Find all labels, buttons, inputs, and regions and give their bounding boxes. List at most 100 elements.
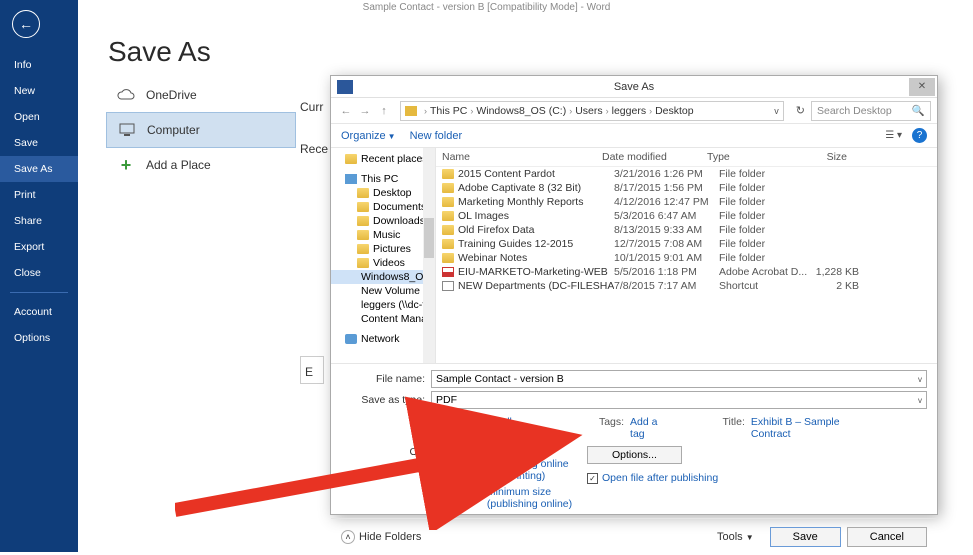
file-row[interactable]: Adobe Captivate 8 (32 Bit)8/17/2015 1:56… bbox=[436, 181, 937, 195]
radio-minimum[interactable]: Minimum size (publishing online) bbox=[472, 486, 582, 510]
folder-icon bbox=[357, 258, 369, 268]
file-date: 5/3/2016 6:47 AM bbox=[614, 210, 719, 222]
col-type[interactable]: Type bbox=[707, 151, 797, 163]
tools-menu[interactable]: Tools ▼ bbox=[717, 531, 754, 543]
file-name: Marketing Monthly Reports bbox=[458, 196, 614, 208]
folder-icon bbox=[357, 230, 369, 240]
options-button[interactable]: Options... bbox=[587, 446, 682, 464]
filename-label: File name: bbox=[341, 373, 431, 385]
folder-icon bbox=[442, 197, 454, 207]
sidebar-item-save[interactable]: Save bbox=[0, 130, 78, 156]
file-row[interactable]: OL Images5/3/2016 6:47 AMFile folder bbox=[436, 209, 937, 223]
tree-videos[interactable]: Videos bbox=[331, 256, 435, 270]
sidebar-item-new[interactable]: New bbox=[0, 78, 78, 104]
tree-scrollbar[interactable] bbox=[423, 148, 435, 363]
file-row[interactable]: EIU-MARKETO-Marketing-WEB5/5/2016 1:18 P… bbox=[436, 265, 937, 279]
chevron-down-icon[interactable]: v bbox=[918, 375, 922, 384]
tree-recent[interactable]: Recent places bbox=[331, 152, 435, 166]
nav-forward-button[interactable]: → bbox=[356, 102, 374, 120]
tree-desktop[interactable]: Desktop bbox=[331, 186, 435, 200]
tree-music[interactable]: Music bbox=[331, 228, 435, 242]
sidebar-item-share[interactable]: Share bbox=[0, 208, 78, 234]
organize-menu[interactable]: Organize▼ bbox=[341, 130, 396, 142]
tags-value[interactable]: Add a tag bbox=[630, 416, 672, 440]
computer-icon bbox=[117, 122, 137, 138]
dialog-body: Recent places This PC Desktop Documents … bbox=[331, 148, 937, 363]
folder-tree: Recent places This PC Desktop Documents … bbox=[331, 148, 436, 363]
folder-icon bbox=[345, 154, 357, 164]
tree-drive-d[interactable]: New Volume (D:) bbox=[331, 284, 435, 298]
sidebar-item-print[interactable]: Print bbox=[0, 182, 78, 208]
refresh-button[interactable]: ↻ bbox=[796, 104, 805, 117]
chevron-down-icon[interactable]: v bbox=[918, 396, 922, 405]
search-input[interactable]: Search Desktop 🔍 bbox=[811, 101, 931, 121]
cancel-button[interactable]: Cancel bbox=[847, 527, 927, 547]
tree-documents[interactable]: Documents bbox=[331, 200, 435, 214]
back-button[interactable]: ← bbox=[12, 10, 40, 38]
chevron-down-icon[interactable]: v bbox=[774, 106, 779, 116]
sidebar-item-open[interactable]: Open bbox=[0, 104, 78, 130]
col-size[interactable]: Size bbox=[797, 151, 847, 163]
filetype-select[interactable]: PDF v bbox=[431, 391, 927, 409]
file-date: 10/1/2015 9:01 AM bbox=[614, 252, 719, 264]
sidebar-item-info[interactable]: Info bbox=[0, 52, 78, 78]
file-row[interactable]: Old Firefox Data8/13/2015 9:33 AMFile fo… bbox=[436, 223, 937, 237]
place-computer[interactable]: Computer bbox=[106, 112, 296, 148]
dialog-title: Save As bbox=[359, 81, 909, 93]
place-label: Add a Place bbox=[146, 158, 211, 172]
radio-icon bbox=[472, 447, 483, 458]
folder-icon bbox=[357, 188, 369, 198]
filename-input[interactable]: Sample Contact - version B v bbox=[431, 370, 927, 388]
open-after-checkbox[interactable]: ✓ Open file after publishing bbox=[587, 472, 718, 484]
place-add[interactable]: + Add a Place bbox=[106, 148, 296, 182]
save-button[interactable]: Save bbox=[770, 527, 841, 547]
tree-pictures[interactable]: Pictures bbox=[331, 242, 435, 256]
close-button[interactable]: ✕ bbox=[909, 78, 935, 96]
tree-network[interactable]: Network bbox=[331, 332, 435, 346]
place-onedrive[interactable]: OneDrive bbox=[106, 78, 296, 112]
sidebar-item-saveas[interactable]: Save As bbox=[0, 156, 78, 182]
view-mode-button[interactable]: ☰ ▾ bbox=[885, 130, 902, 141]
col-name[interactable]: Name bbox=[442, 151, 602, 163]
sidebar-item-options[interactable]: Options bbox=[0, 325, 78, 351]
place-label: OneDrive bbox=[146, 88, 197, 102]
tree-downloads[interactable]: Downloads bbox=[331, 214, 435, 228]
tree-thispc[interactable]: This PC bbox=[331, 172, 435, 186]
tree-netdrive-1[interactable]: leggers (\\dc-file... bbox=[331, 298, 435, 312]
file-row[interactable]: 2015 Content Pardot3/21/2016 1:26 PMFile… bbox=[436, 167, 937, 181]
file-type: File folder bbox=[719, 238, 809, 250]
nav-up-button[interactable]: ↑ bbox=[375, 102, 393, 120]
tree-netdrive-2[interactable]: Content Manage... bbox=[331, 312, 435, 326]
hide-folders-button[interactable]: ˄ Hide Folders bbox=[341, 530, 421, 544]
file-row[interactable]: NEW Departments (DC-FILESHARE)7/8/2015 7… bbox=[436, 279, 937, 293]
cloud-icon bbox=[116, 87, 136, 103]
checkbox-icon: ✓ bbox=[587, 473, 598, 484]
file-row[interactable]: Training Guides 12-201512/7/2015 7:08 AM… bbox=[436, 237, 937, 251]
file-list: Name Date modified Type Size 2015 Conten… bbox=[436, 148, 937, 363]
sidebar-item-export[interactable]: Export bbox=[0, 234, 78, 260]
file-row[interactable]: Webinar Notes10/1/2015 9:01 AMFile folde… bbox=[436, 251, 937, 265]
file-name: 2015 Content Pardot bbox=[458, 168, 614, 180]
radio-standard[interactable]: Standard (publishing online and printing… bbox=[472, 446, 582, 482]
dialog-toolbar: Organize▼ New folder ☰ ▾ ? bbox=[331, 124, 937, 148]
title-value[interactable]: Exhibit B – Sample Contract bbox=[751, 416, 877, 440]
file-type: Adobe Acrobat D... bbox=[719, 266, 809, 278]
folder-icon bbox=[442, 183, 454, 193]
file-size: 2 KB bbox=[809, 280, 859, 292]
help-button[interactable]: ? bbox=[912, 128, 927, 143]
file-name: EIU-MARKETO-Marketing-WEB bbox=[458, 266, 614, 278]
breadcrumb-bar[interactable]: › This PC› Windows8_OS (C:)› Users› legg… bbox=[400, 101, 784, 121]
search-icon: 🔍 bbox=[912, 104, 925, 117]
folder-icon bbox=[442, 253, 454, 263]
authors-value[interactable]: Farrell Presnell bbox=[482, 416, 549, 440]
folder-icon bbox=[442, 239, 454, 249]
new-folder-button[interactable]: New folder bbox=[410, 130, 463, 142]
folder-icon bbox=[357, 216, 369, 226]
sidebar-item-close[interactable]: Close bbox=[0, 260, 78, 286]
file-row[interactable]: Marketing Monthly Reports4/12/2016 12:47… bbox=[436, 195, 937, 209]
tree-drive-c[interactable]: Windows8_OS (C:) bbox=[331, 270, 435, 284]
sidebar-item-account[interactable]: Account bbox=[0, 299, 78, 325]
file-date: 7/8/2015 7:17 AM bbox=[614, 280, 719, 292]
col-date[interactable]: Date modified bbox=[602, 151, 707, 163]
nav-back-button[interactable]: ← bbox=[337, 102, 355, 120]
